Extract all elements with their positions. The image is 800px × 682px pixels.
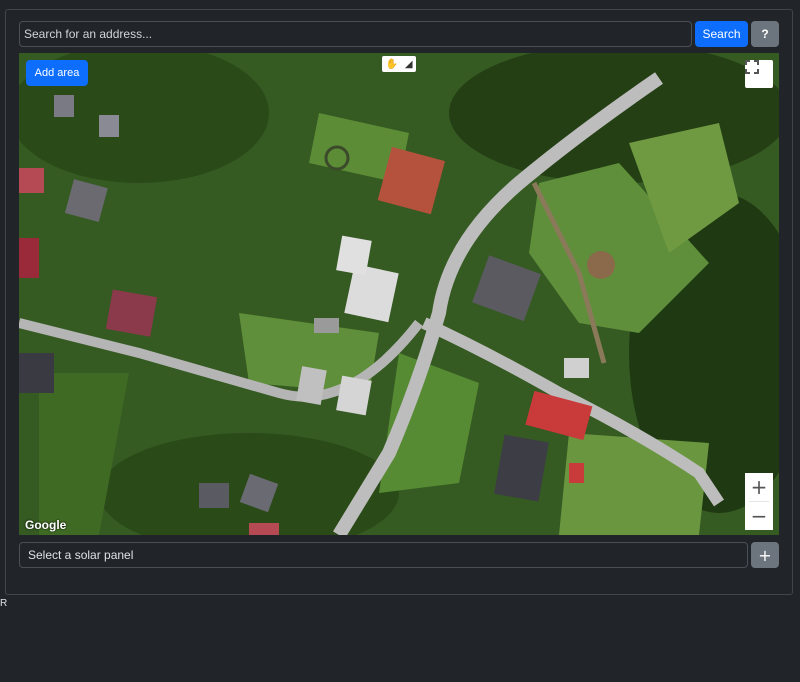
fullscreen-icon	[745, 60, 759, 74]
map-attribution-logo: Google	[25, 518, 67, 532]
fullscreen-button[interactable]	[745, 60, 773, 88]
address-search-input[interactable]	[19, 21, 692, 47]
map-drawing-tools[interactable]: ✋ ◢	[382, 56, 416, 72]
help-button[interactable]: ?	[751, 21, 779, 47]
map-imagery	[19, 53, 779, 535]
zoom-control: + −	[745, 473, 773, 530]
zoom-out-button[interactable]: −	[745, 502, 773, 530]
solar-panel-select-value: Select a solar panel	[28, 548, 134, 562]
add-area-button[interactable]: Add area	[26, 60, 88, 86]
draw-shape-icon[interactable]: ◢	[405, 59, 413, 70]
solar-panel-select[interactable]: Select a solar panel	[19, 542, 748, 568]
add-solar-panel-button[interactable]: +	[751, 542, 779, 568]
zoom-in-button[interactable]: +	[745, 473, 773, 501]
satellite-map[interactable]: Add area ✋ ◢ + − Google	[19, 53, 779, 535]
hand-tool-icon[interactable]: ✋	[385, 59, 397, 70]
stray-text: R	[0, 598, 8, 609]
search-button[interactable]: Search	[695, 21, 748, 47]
